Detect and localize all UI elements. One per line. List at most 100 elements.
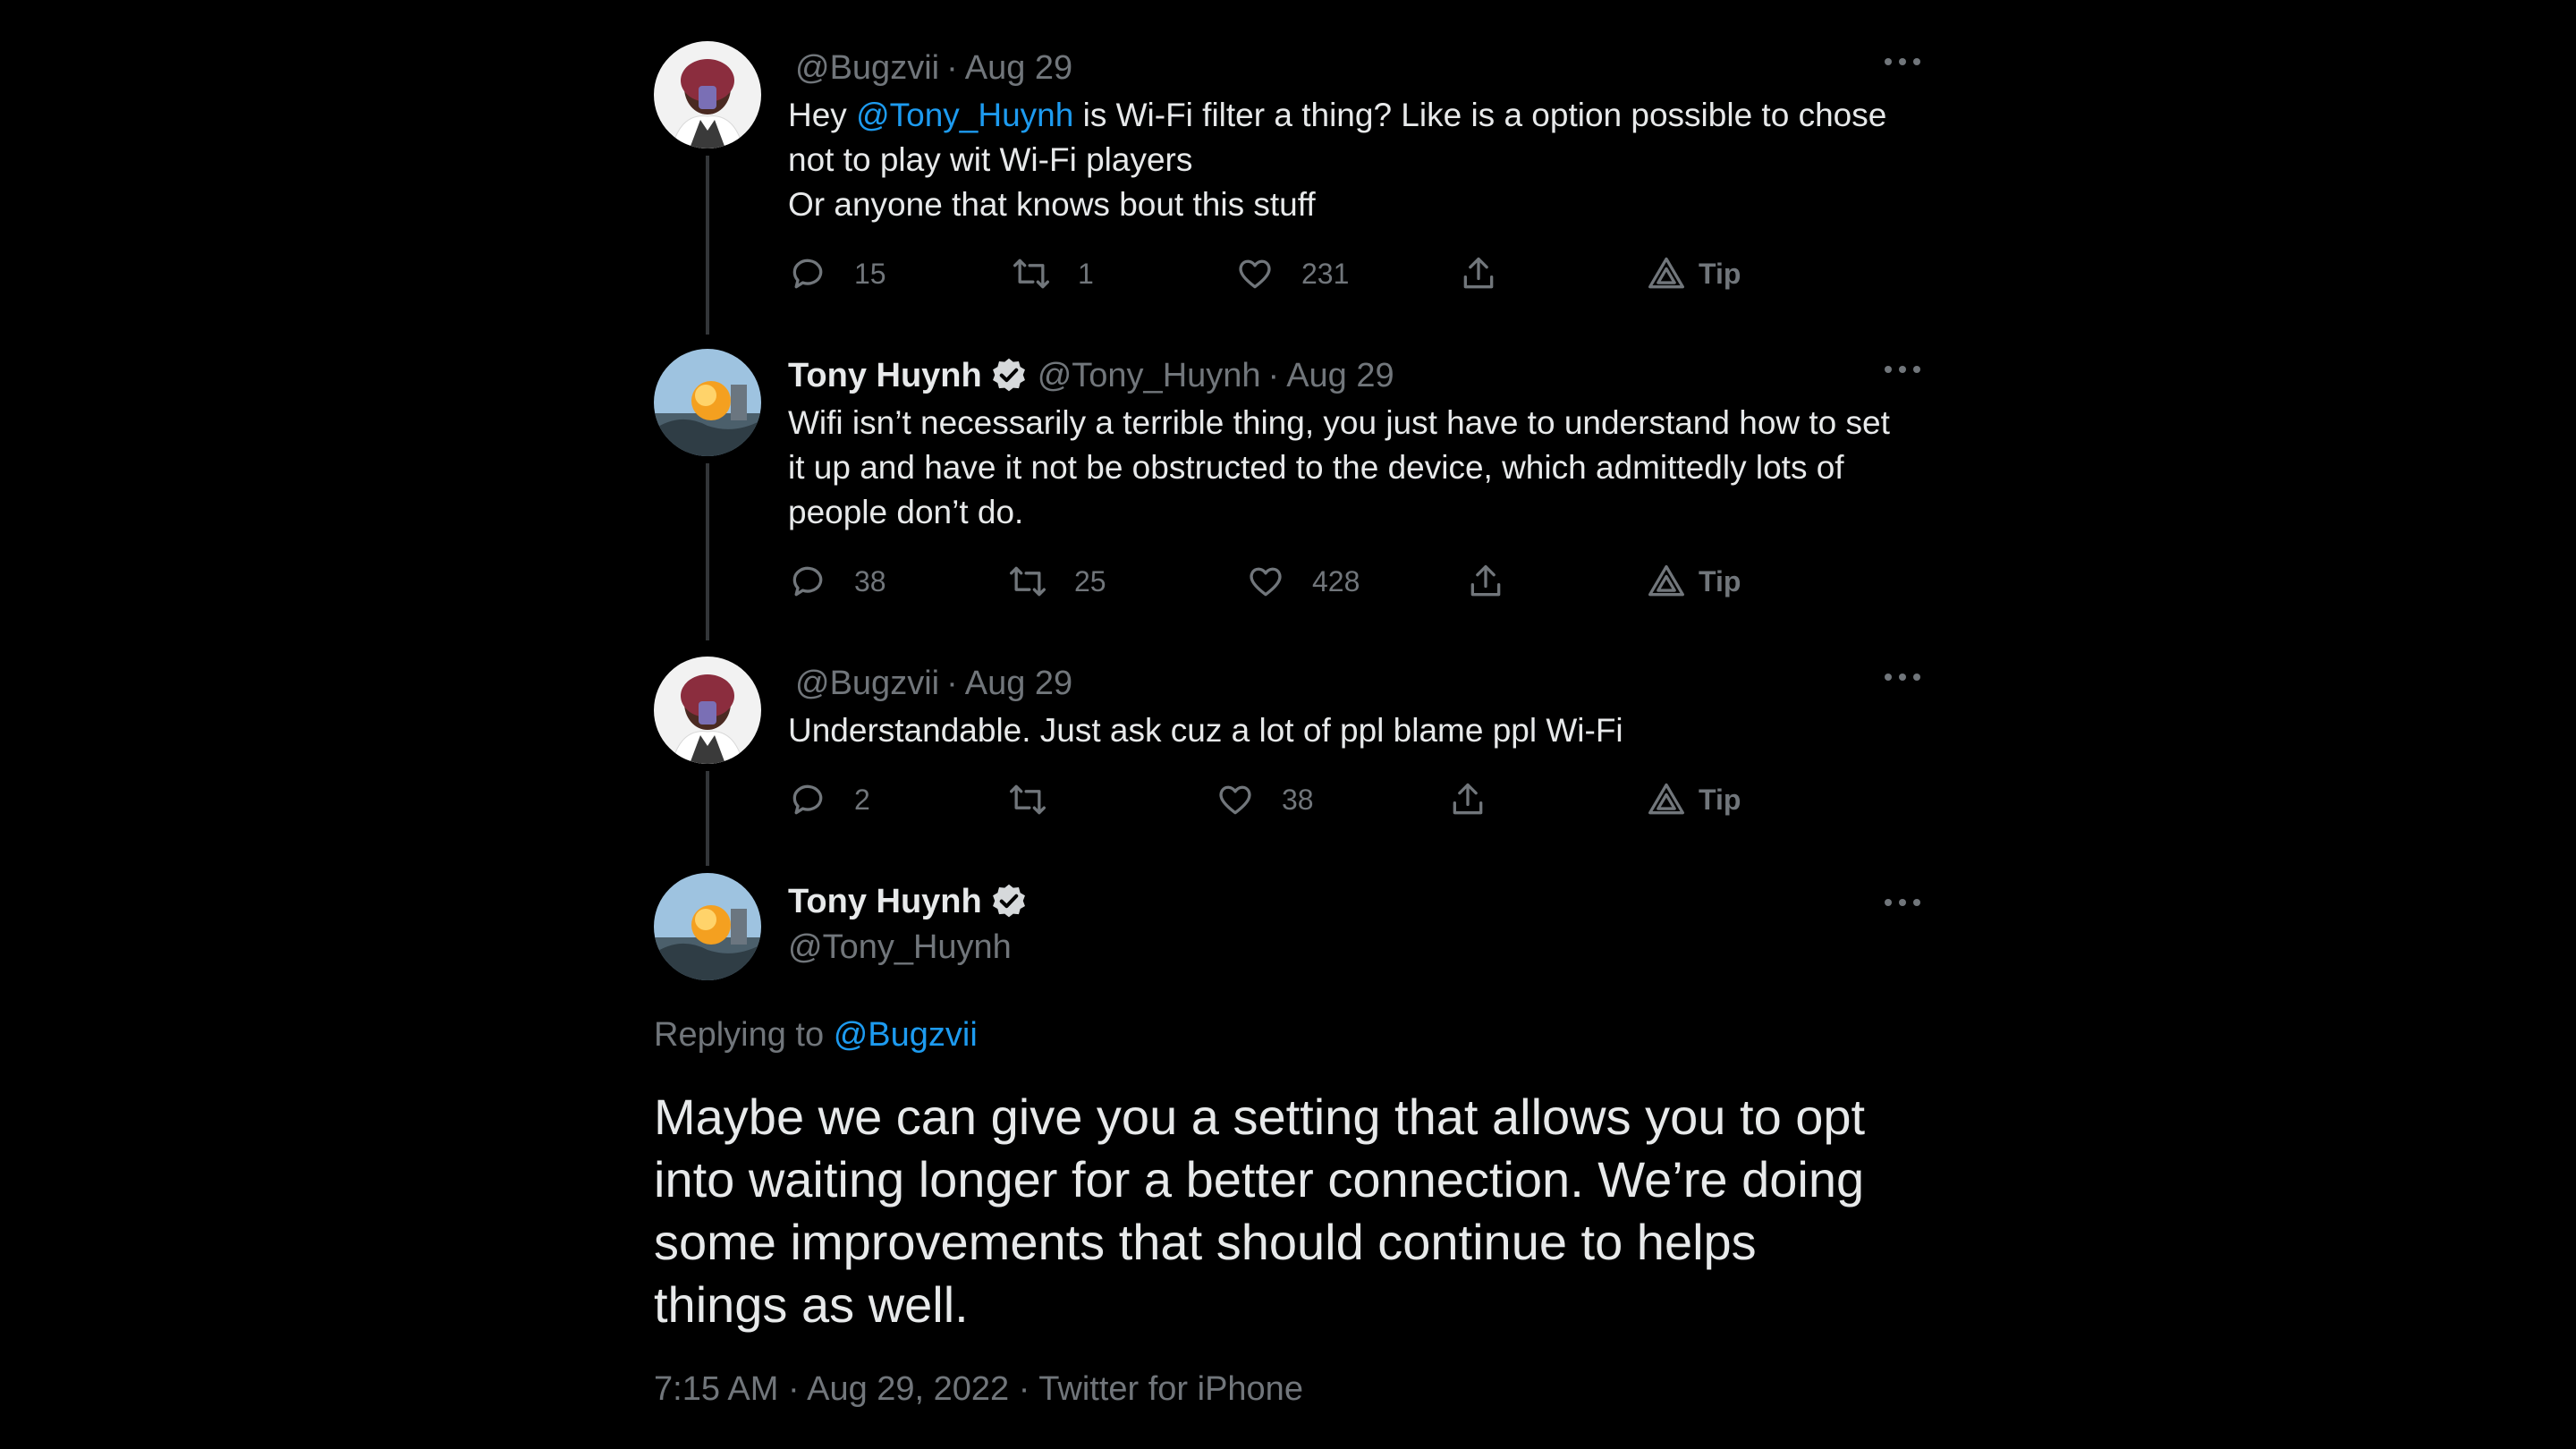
share-icon: [1470, 564, 1501, 597]
tweet-3[interactable]: @Bugzvii · Aug 29 Understandable. Just a…: [654, 657, 1924, 871]
tweet-handle[interactable]: @Bugzvii: [795, 49, 939, 88]
tweet-text: Understandable. Just ask cuz a lot of pp…: [788, 708, 1924, 753]
tweet-text-line: not to play wit Wi-Fi players: [788, 141, 1193, 178]
separator-dot: ·: [946, 664, 958, 702]
reply-icon: [792, 258, 823, 289]
share-icon: [1453, 783, 1483, 815]
tweet-author-name[interactable]: Tony Huynh: [788, 357, 982, 395]
more-icon[interactable]: [1881, 664, 1924, 691]
tweet-date[interactable]: Aug 29: [965, 49, 1072, 88]
replying-label: Replying to: [654, 1016, 825, 1054]
tip-icon: [1648, 783, 1684, 815]
replying-to: Replying to @Bugzvii: [654, 1016, 978, 1055]
verified-badge-icon: [992, 884, 1025, 918]
tweet-header: Tony Huynh @Tony_Huynh · Aug 29: [788, 349, 1924, 402]
tweet-actions: 15 1 231 Tip: [788, 247, 1772, 301]
tweet-text-rest: is Wi-Fi filter a thing? Like is a optio…: [1073, 97, 1887, 133]
tweet-header: @Bugzvii · Aug 29: [788, 657, 1924, 710]
avatar-bugzvii[interactable]: [654, 41, 761, 148]
tweet-text-line: it up and have it not be obstructed to t…: [788, 449, 1844, 486]
thread-line: [706, 771, 709, 866]
tweet-content: @Bugzvii · Aug 29 Hey @Tony_Huynh is Wi-…: [788, 41, 1924, 290]
main-text-line: things as well.: [654, 1276, 969, 1333]
reply-button[interactable]: 15: [788, 247, 886, 301]
tweet-content: @Bugzvii · Aug 29 Understandable. Just a…: [788, 657, 1924, 816]
heart-icon: [1250, 567, 1282, 597]
share-button[interactable]: [1459, 247, 1525, 301]
tweet-thread: @Bugzvii · Aug 29 Hey @Tony_Huynh is Wi-…: [654, 0, 1924, 1449]
like-button[interactable]: 38: [1216, 773, 1314, 826]
retweet-count: 1: [1078, 257, 1094, 290]
thread-line: [706, 463, 709, 640]
tweet-text-line: Or anyone that knows bout this stuff: [788, 186, 1316, 223]
avatar-tony-huynh[interactable]: [654, 349, 761, 456]
reply-icon: [792, 784, 823, 815]
thread-line: [706, 156, 709, 335]
retweet-icon: [1010, 784, 1046, 815]
retweet-icon: [1013, 258, 1049, 289]
tip-icon: [1648, 257, 1684, 289]
tweet-timestamp[interactable]: 7:15 AM · Aug 29, 2022 · Twitter for iPh…: [654, 1370, 1303, 1409]
tweet-text-line: Wifi isn’t necessarily a terrible thing,…: [788, 404, 1890, 441]
share-button[interactable]: [1466, 555, 1532, 608]
tweet-actions: 2 38 Tip: [788, 773, 1772, 826]
tip-icon: [1648, 564, 1684, 597]
tweet-text-line: Understandable. Just ask cuz a lot of pp…: [788, 712, 1623, 749]
tip-label: Tip: [1699, 257, 1741, 290]
heart-icon: [1239, 259, 1271, 289]
avatar-tony-huynh[interactable]: [654, 873, 761, 980]
retweet-button[interactable]: 1: [1012, 247, 1094, 301]
author-name[interactable]: Tony Huynh: [788, 883, 982, 921]
reply-button[interactable]: 38: [788, 555, 886, 608]
verified-badge-icon: [992, 358, 1025, 392]
main-tweet-text: Maybe we can give you a setting that all…: [654, 1086, 1924, 1336]
tip-label: Tip: [1699, 783, 1741, 816]
retweet-icon: [1010, 566, 1046, 597]
more-icon[interactable]: [1881, 48, 1924, 75]
heart-icon: [1219, 785, 1251, 815]
retweet-count: 25: [1074, 564, 1106, 597]
like-button[interactable]: 428: [1246, 555, 1360, 608]
separator-dot: ·: [946, 48, 958, 87]
tweet-date[interactable]: Aug 29: [1286, 357, 1394, 395]
tweet-handle[interactable]: @Bugzvii: [795, 665, 939, 703]
author-name-row: Tony Huynh: [788, 880, 1038, 923]
more-icon[interactable]: [1881, 356, 1924, 383]
tweet-1[interactable]: @Bugzvii · Aug 29 Hey @Tony_Huynh is Wi-…: [654, 41, 1924, 336]
tweet-text-prefix: Hey: [788, 97, 857, 133]
tweet-date[interactable]: Aug 29: [965, 665, 1072, 703]
tweet-actions: 38 25 428 Tip: [788, 555, 1772, 608]
like-count: 231: [1301, 257, 1350, 290]
tweet-text: Hey @Tony_Huynh is Wi-Fi filter a thing?…: [788, 93, 1924, 227]
tip-label: Tip: [1699, 564, 1741, 597]
main-text-line: into waiting longer for a better connect…: [654, 1151, 1865, 1208]
tweet-text-line: people don’t do.: [788, 494, 1024, 530]
like-button[interactable]: 231: [1235, 247, 1349, 301]
like-count: 38: [1282, 783, 1314, 816]
tip-button[interactable]: Tip: [1647, 773, 1741, 826]
tweet-content: Tony Huynh @Tony_Huynh · Aug 29 Wifi isn…: [788, 349, 1924, 597]
author-block: Tony Huynh @Tony_Huynh: [788, 880, 1038, 967]
mention-link[interactable]: @Tony_Huynh: [856, 97, 1073, 133]
tweet-handle[interactable]: @Tony_Huynh: [1038, 357, 1261, 395]
reply-count: 15: [854, 257, 886, 290]
main-text-line: some improvements that should continue t…: [654, 1214, 1757, 1270]
main-text-line: Maybe we can give you a setting that all…: [654, 1089, 1866, 1145]
tweet-text: Wifi isn’t necessarily a terrible thing,…: [788, 401, 1924, 535]
retweet-button[interactable]: 25: [1008, 555, 1106, 608]
retweet-button[interactable]: [1008, 773, 1074, 826]
share-button[interactable]: [1448, 773, 1514, 826]
more-icon[interactable]: [1881, 889, 1924, 916]
replying-mention[interactable]: @Bugzvii: [834, 1016, 978, 1054]
avatar-bugzvii[interactable]: [654, 657, 761, 764]
separator-dot: ·: [1267, 356, 1280, 394]
tweet-header: @Bugzvii · Aug 29: [788, 41, 1924, 95]
tweet-2[interactable]: Tony Huynh @Tony_Huynh · Aug 29 Wifi isn…: [654, 349, 1924, 644]
reply-count: 38: [854, 564, 886, 597]
reply-count: 2: [854, 783, 870, 816]
tip-button[interactable]: Tip: [1647, 247, 1741, 301]
reply-icon: [792, 566, 823, 597]
author-handle[interactable]: @Tony_Huynh: [788, 928, 1038, 967]
tip-button[interactable]: Tip: [1647, 555, 1741, 608]
reply-button[interactable]: 2: [788, 773, 870, 826]
